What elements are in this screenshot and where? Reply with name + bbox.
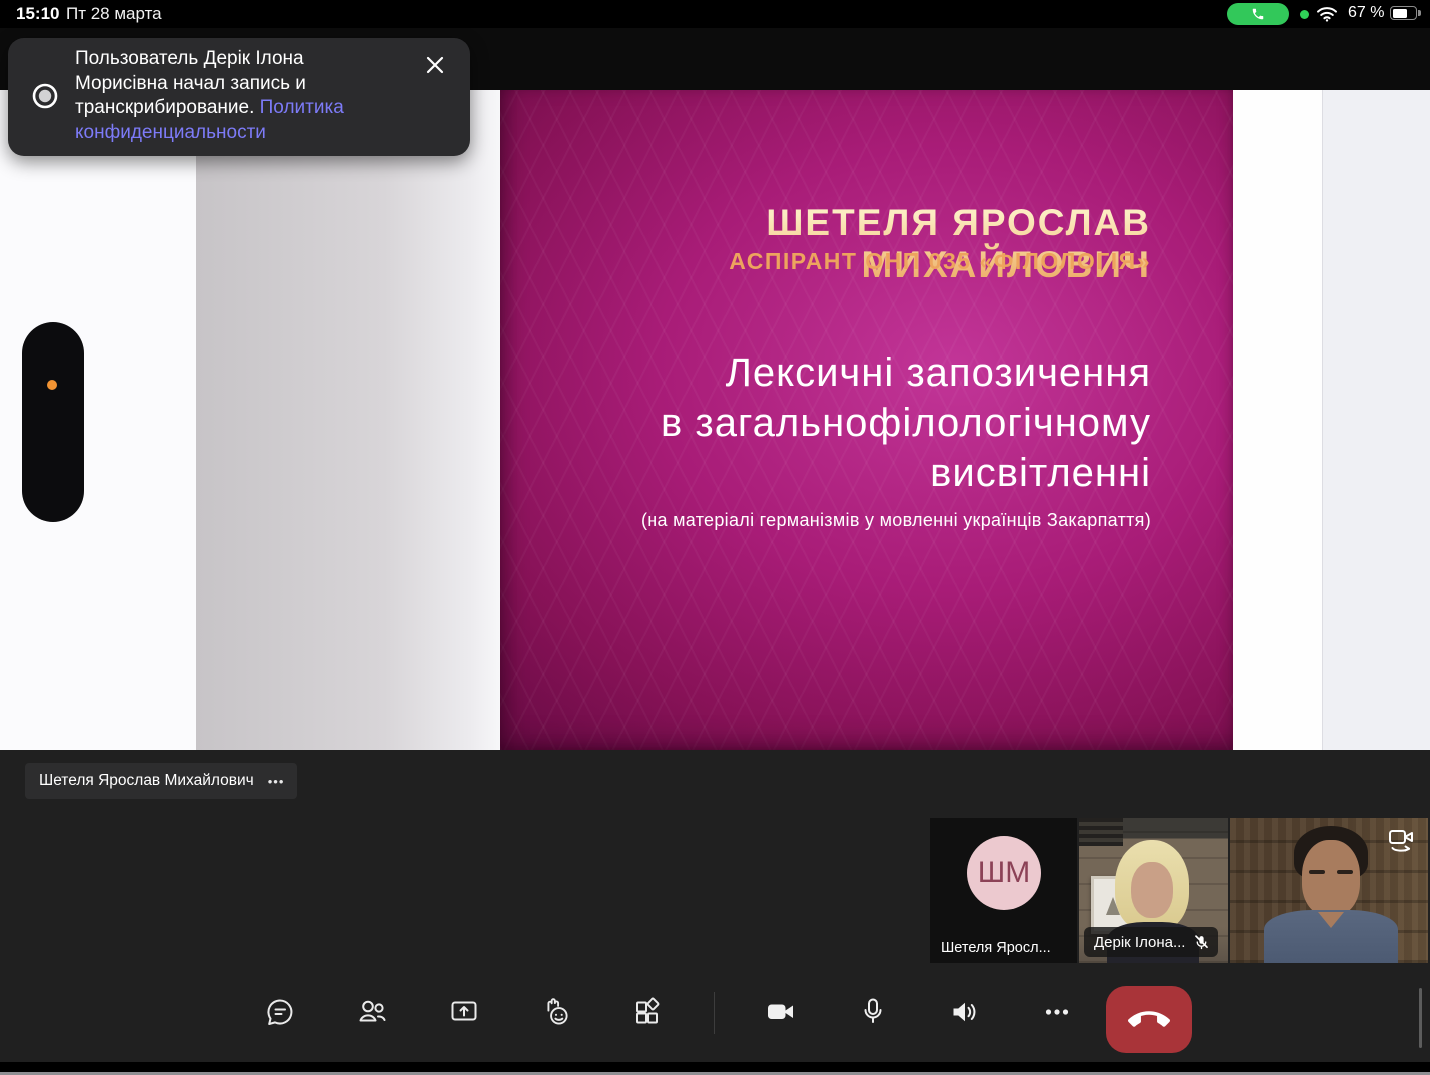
share-screen-button[interactable] — [446, 984, 482, 1040]
camera-cutout-pill — [22, 322, 84, 522]
video-detail — [1337, 870, 1353, 874]
more-button[interactable] — [1039, 984, 1075, 1040]
participant-tile-sheteliya[interactable]: ШМ Шетеля Яросл... — [930, 818, 1077, 963]
status-date: Пт 28 марта — [66, 4, 162, 24]
people-button[interactable] — [354, 984, 390, 1040]
record-icon — [32, 83, 58, 109]
speaker-button[interactable] — [947, 984, 983, 1040]
shared-app-background — [1322, 90, 1430, 750]
phone-icon — [1251, 7, 1265, 21]
more-options-dots[interactable]: ••• — [268, 774, 285, 789]
mic-muted-icon — [1193, 934, 1210, 951]
chat-button[interactable] — [262, 984, 298, 1040]
reactions-button[interactable] — [538, 984, 574, 1040]
status-bar: 15:10 Пт 28 марта 67 % — [0, 0, 1430, 28]
participant-label: Дерік Ілона... — [1094, 934, 1185, 951]
notification-text: Пользователь Дерік Ілона Морисівна начал… — [75, 47, 391, 145]
shared-page-strip — [196, 90, 500, 750]
call-bottom-panel: Шетеля Ярослав Михайлович ••• ШМ Шетеля … — [0, 750, 1430, 1075]
slide-subtitle: (на матеріалі германізмів у мовленні укр… — [641, 510, 1151, 531]
wifi-icon — [1316, 6, 1338, 22]
presenter-name: Шетеля Ярослав Михайлович — [39, 772, 254, 790]
presentation-slide: ШЕТЕЛЯ ЯРОСЛАВ МИХАЙЛОВИЧ АСПІРАНТ ОНП 0… — [500, 90, 1233, 750]
video-detail — [1309, 870, 1325, 874]
clock-time: 15:10 — [16, 4, 59, 24]
apps-button[interactable] — [629, 984, 665, 1040]
avatar-initials: ШМ — [978, 856, 1031, 890]
slide-title: Лексичні запозичення в загальнофілологіч… — [661, 348, 1151, 498]
avatar: ШМ — [967, 836, 1041, 910]
video-detail — [1079, 818, 1123, 846]
participant-tile-self[interactable] — [1230, 818, 1428, 963]
toolbar-divider — [714, 992, 715, 1034]
participant-name-chip: Дерік Ілона... — [1084, 927, 1218, 957]
participant-label: Шетеля Яросл... — [941, 940, 1051, 956]
bottom-black-strip — [0, 1062, 1430, 1072]
active-call-pill[interactable] — [1227, 3, 1289, 25]
video-detail — [1131, 862, 1173, 918]
video-detail — [1302, 840, 1360, 916]
slide-author-role: АСПІРАНТ ОНП 035 «ФІЛОЛОГІЯ» — [729, 248, 1151, 275]
shared-page-margin-right — [1233, 90, 1322, 750]
recording-notification: Пользователь Дерік Ілона Морисівна начал… — [8, 38, 470, 156]
flip-camera-icon[interactable] — [1384, 824, 1420, 858]
presenter-name-banner[interactable]: Шетеля Ярослав Михайлович ••• — [25, 763, 297, 799]
battery-nub — [1418, 10, 1421, 16]
microphone-button[interactable] — [855, 984, 891, 1040]
participant-tile-derik[interactable]: Дерік Ілона... — [1079, 818, 1228, 963]
battery-percent: 67 % — [1348, 4, 1384, 22]
scrollbar[interactable] — [1419, 988, 1422, 1048]
hang-up-icon — [1128, 999, 1170, 1041]
teams-call-screen: 15:10 Пт 28 марта 67 % ШЕТЕЛЯ ЯР — [0, 0, 1430, 1075]
camera-indicator-dot — [47, 380, 57, 390]
privacy-indicator-dot — [1300, 10, 1309, 19]
camera-button[interactable] — [763, 984, 799, 1040]
battery-icon — [1390, 6, 1417, 20]
close-icon[interactable] — [420, 50, 450, 80]
hang-up-button[interactable] — [1106, 986, 1192, 1053]
